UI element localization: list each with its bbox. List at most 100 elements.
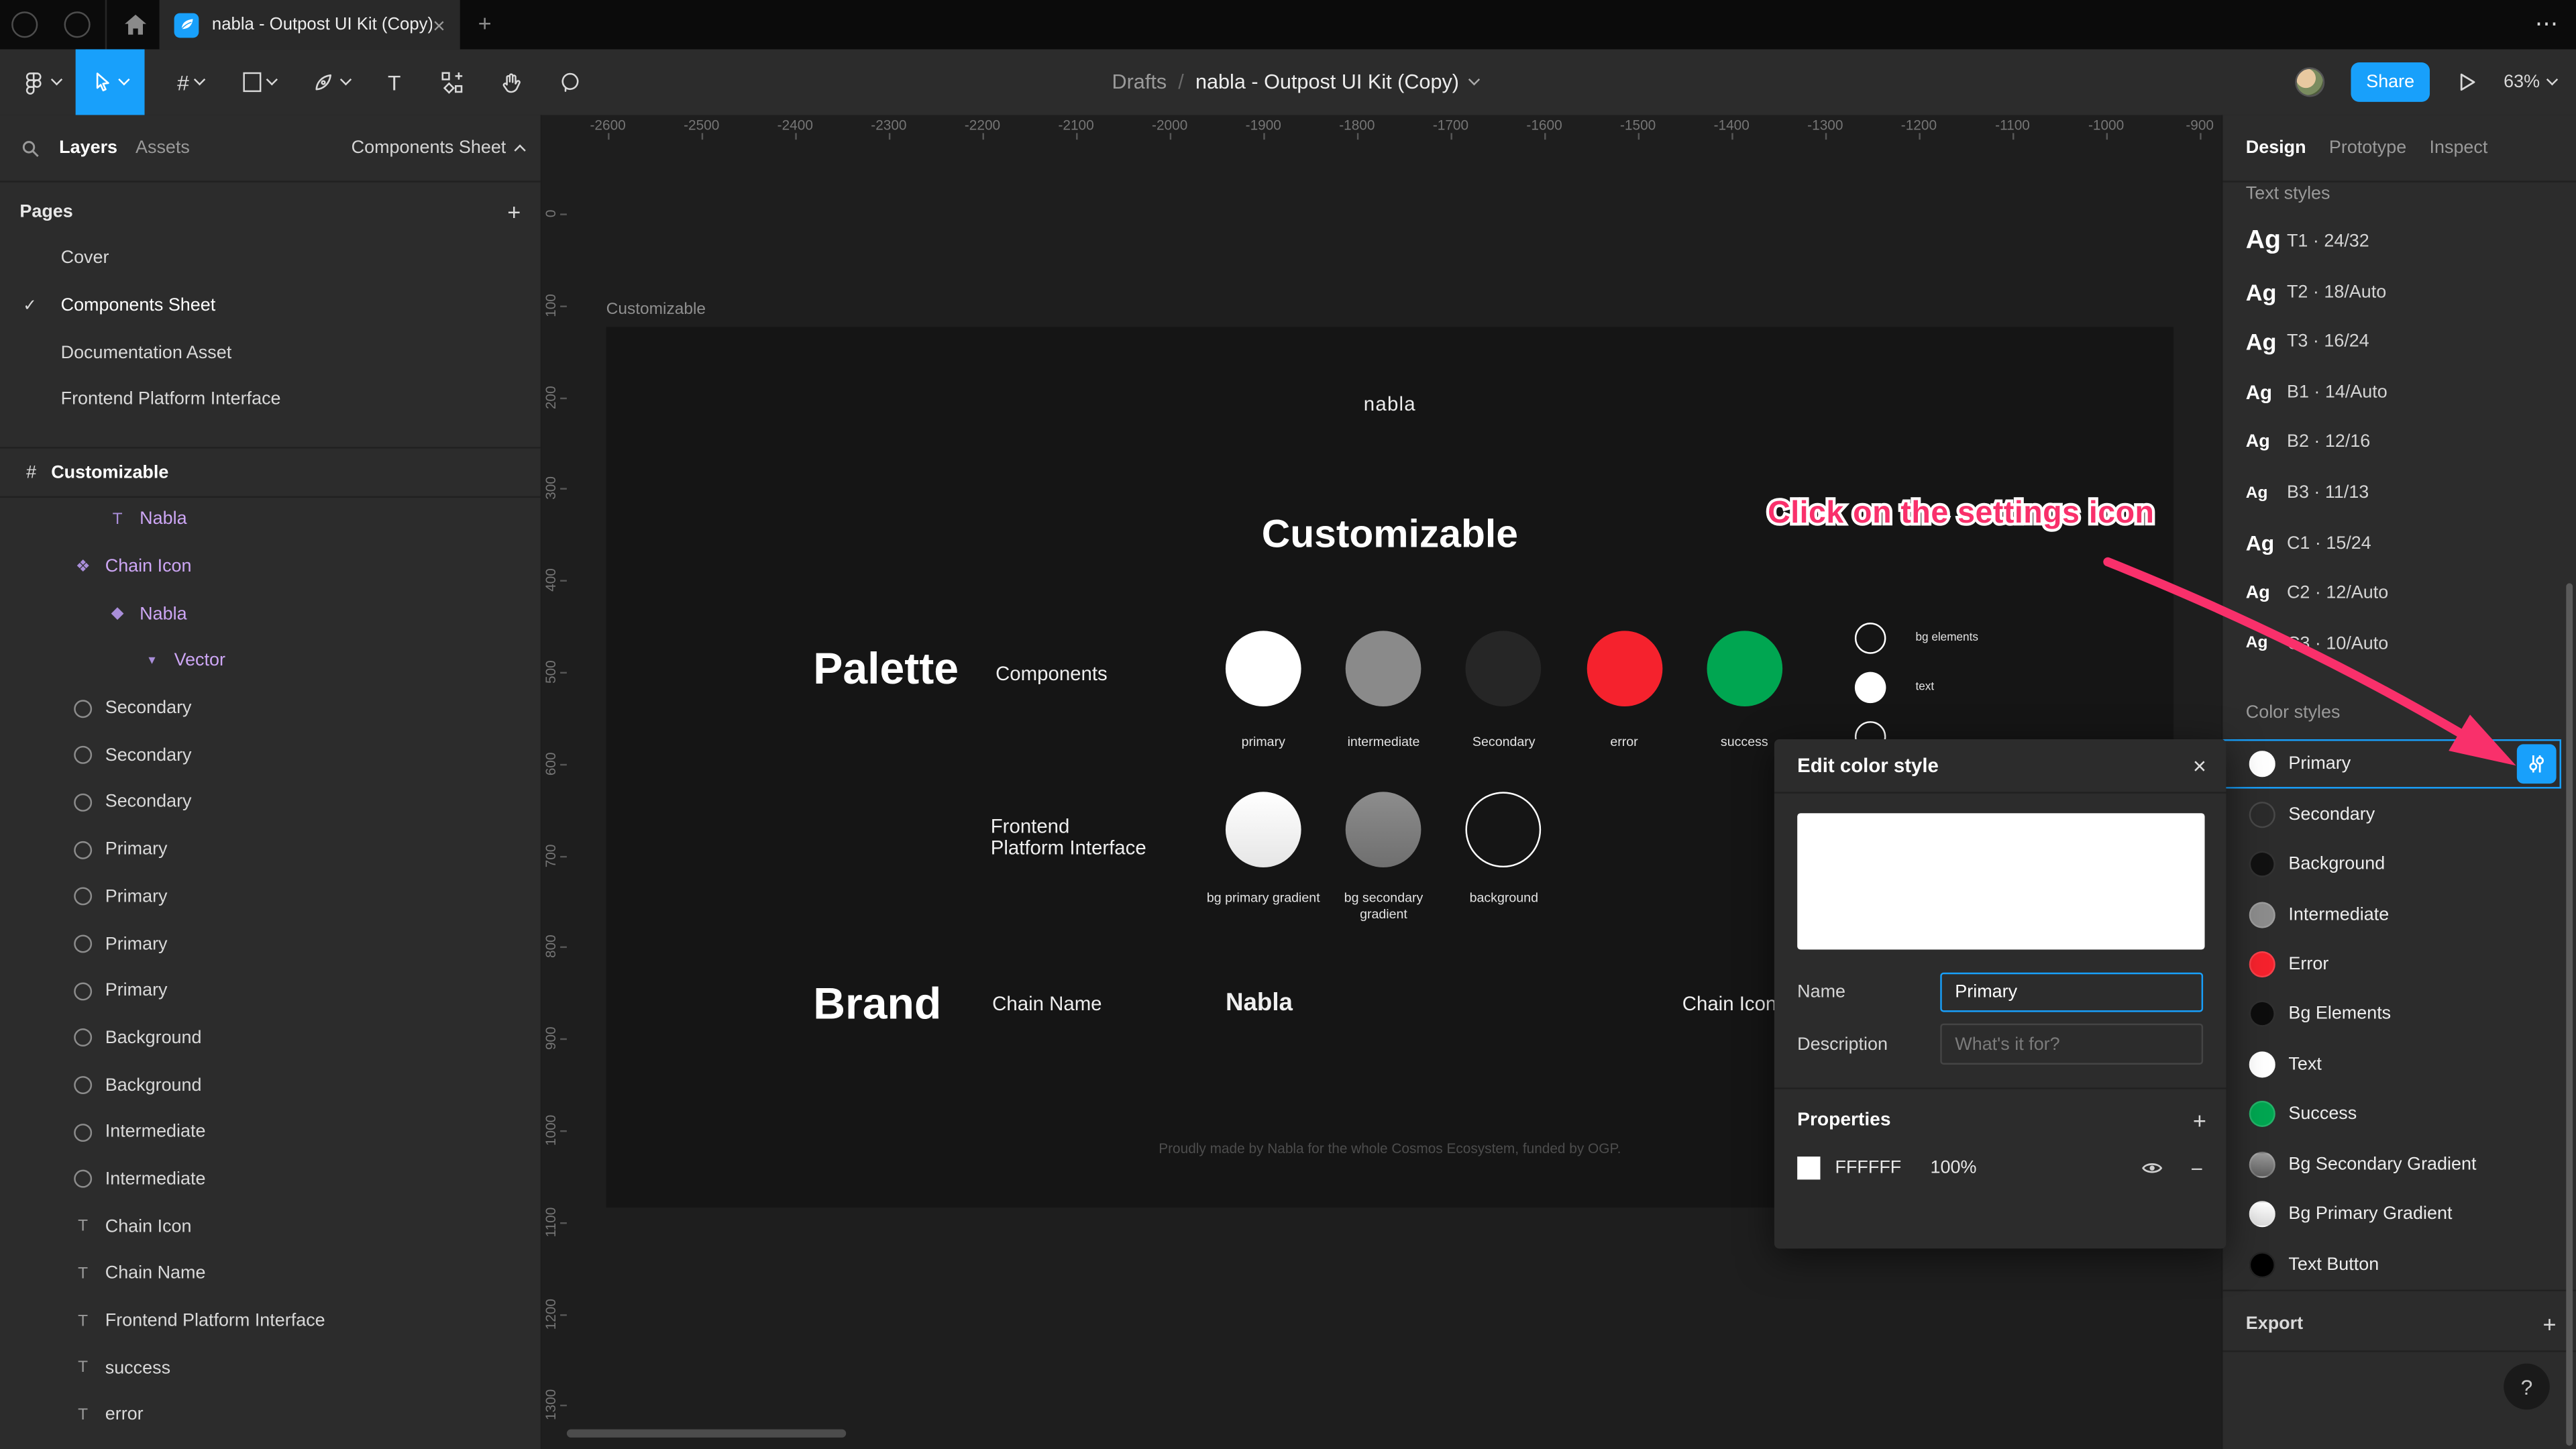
pen-tool-button[interactable] — [299, 49, 362, 115]
add-export-button[interactable]: + — [2543, 1311, 2557, 1337]
layer-item[interactable]: ◆ Nabla — [0, 590, 541, 637]
color-style-item[interactable]: Text — [2222, 1039, 2576, 1089]
palette-swatch[interactable] — [1586, 631, 1662, 707]
color-style-item[interactable]: Text Button — [2222, 1239, 2576, 1289]
hand-tool-button[interactable] — [486, 49, 535, 115]
layer-item[interactable]: T Chain Icon — [0, 1203, 541, 1250]
resources-tool-button[interactable] — [427, 49, 476, 115]
page-item[interactable]: Frontend Platform Interface — [0, 376, 541, 423]
remove-property-icon[interactable]: − — [2190, 1156, 2203, 1181]
text-style-item[interactable]: Ag C1 · 15/24 — [2222, 518, 2576, 568]
vertical-scrollbar[interactable] — [2566, 583, 2573, 1446]
zoom-control[interactable]: 63% — [2504, 72, 2559, 92]
page-item[interactable]: Cover — [0, 235, 541, 282]
layer-item[interactable]: Intermediate — [0, 1156, 541, 1203]
layer-item[interactable]: ▼ Vector — [0, 637, 541, 684]
page-item[interactable]: ✓ Components Sheet — [0, 282, 541, 329]
user-avatar[interactable] — [2295, 67, 2325, 97]
text-style-item[interactable]: Ag B3 · 11/13 — [2222, 468, 2576, 518]
color-style-item[interactable]: Success — [2222, 1089, 2576, 1140]
visibility-eye-icon[interactable] — [2141, 1159, 2164, 1178]
page-item[interactable]: Documentation Asset — [0, 329, 541, 376]
layer-item[interactable]: Primary — [0, 826, 541, 873]
horizontal-scrollbar[interactable] — [566, 1429, 847, 1438]
layer-item[interactable]: Secondary — [0, 732, 541, 779]
text-style-item[interactable]: Ag B1 · 14/Auto — [2222, 368, 2576, 418]
layer-item[interactable]: Terror — [0, 1391, 541, 1438]
tab-prototype[interactable]: Prototype — [2329, 138, 2406, 158]
text-style-item[interactable]: Ag T3 · 16/24 — [2222, 317, 2576, 368]
frame-tool-button[interactable]: # — [161, 49, 220, 115]
layer-item[interactable]: Primary — [0, 967, 541, 1014]
color-style-item[interactable]: Bg Elements — [2222, 989, 2576, 1040]
tab-layers[interactable]: Layers — [59, 138, 117, 158]
search-icon[interactable] — [19, 137, 41, 158]
text-style-item[interactable]: Ag T2 · 18/Auto — [2222, 267, 2576, 317]
layer-item[interactable]: Tsuccess — [0, 1344, 541, 1391]
new-tab-button[interactable]: + — [478, 10, 492, 36]
home-icon[interactable] — [123, 13, 148, 36]
add-page-button[interactable]: + — [507, 199, 521, 225]
layer-item[interactable]: Primary — [0, 920, 541, 967]
move-tool-button[interactable] — [75, 49, 145, 115]
text-style-item[interactable]: Ag T1 · 24/32 — [2222, 217, 2576, 267]
layer-item[interactable]: Secondary — [0, 685, 541, 732]
text-tool-button[interactable]: T — [371, 49, 417, 115]
palette-swatch[interactable] — [1466, 631, 1542, 707]
text-style-item[interactable]: Ag C3 · 10/Auto — [2222, 619, 2576, 669]
layer-item[interactable]: T Chain Name — [0, 1250, 541, 1297]
opacity-value[interactable]: 100% — [1931, 1159, 1977, 1178]
frame-name-label[interactable]: Customizable — [606, 301, 706, 319]
color-style-item[interactable]: Error — [2222, 939, 2576, 989]
close-tab-icon[interactable]: × — [433, 14, 445, 36]
palette-swatch[interactable] — [1346, 631, 1421, 707]
layer-item[interactable]: Background — [0, 1062, 541, 1109]
nav-circle-icon[interactable] — [64, 11, 91, 38]
breadcrumb-drafts[interactable]: Drafts — [1112, 70, 1167, 93]
layer-item[interactable]: Primary — [0, 873, 541, 920]
tab-assets[interactable]: Assets — [136, 138, 190, 158]
chevron-down-icon[interactable] — [1468, 74, 1481, 86]
file-tab[interactable]: nabla - Outpost UI Kit (Copy) × — [159, 0, 460, 50]
palette-swatch[interactable] — [1706, 631, 1782, 707]
palette-swatch[interactable] — [1225, 631, 1301, 707]
text-style-item[interactable]: Ag B2 · 12/16 — [2222, 418, 2576, 468]
layer-item[interactable]: Intermediate — [0, 1109, 541, 1156]
mini-swatch[interactable] — [1854, 623, 1886, 654]
present-icon[interactable] — [2456, 70, 2477, 93]
layer-item[interactable]: Background — [0, 1014, 541, 1061]
page-selector[interactable]: Components Sheet — [352, 138, 526, 158]
frame-section-row[interactable]: # Customizable — [0, 449, 541, 496]
color-style-item[interactable]: Bg Primary Gradient — [2222, 1189, 2576, 1240]
color-style-item[interactable]: Bg Secondary Gradient — [2222, 1139, 2576, 1189]
layer-item[interactable]: T Nabla — [0, 496, 541, 543]
nav-circle-icon[interactable] — [11, 11, 38, 38]
layer-item[interactable]: T Frontend Platform Interface — [0, 1297, 541, 1344]
name-input[interactable] — [1940, 972, 2204, 1012]
property-swatch[interactable] — [1797, 1157, 1821, 1180]
shape-tool-button[interactable] — [230, 49, 289, 115]
tab-design[interactable]: Design — [2246, 138, 2306, 158]
add-property-button[interactable]: + — [2193, 1108, 2206, 1134]
fpi-swatch[interactable] — [1466, 792, 1542, 868]
close-icon[interactable]: × — [2193, 753, 2206, 779]
main-menu-button[interactable] — [10, 49, 72, 115]
color-style-item[interactable]: Background — [2222, 839, 2576, 890]
help-button[interactable]: ? — [2504, 1363, 2550, 1410]
fpi-swatch[interactable] — [1225, 792, 1301, 868]
layer-item[interactable]: Secondary — [0, 779, 541, 826]
tab-inspect[interactable]: Inspect — [2430, 138, 2488, 158]
color-style-item[interactable]: Primary — [2222, 739, 2576, 790]
comment-tool-button[interactable] — [545, 49, 594, 115]
share-button[interactable]: Share — [2351, 62, 2430, 102]
fpi-swatch[interactable] — [1346, 792, 1421, 868]
color-style-item[interactable]: Intermediate — [2222, 890, 2576, 940]
layer-item[interactable]: ❖ Chain Icon — [0, 543, 541, 590]
color-style-item[interactable]: Secondary — [2222, 790, 2576, 840]
settings-button[interactable] — [2516, 744, 2557, 784]
hex-value[interactable]: FFFFFF — [1835, 1159, 1931, 1178]
text-style-item[interactable]: Ag C2 · 12/Auto — [2222, 568, 2576, 619]
document-title[interactable]: nabla - Outpost UI Kit (Copy) — [1195, 70, 1459, 93]
overflow-menu-icon[interactable]: ⋯ — [2535, 10, 2560, 38]
mini-swatch[interactable] — [1854, 672, 1886, 704]
